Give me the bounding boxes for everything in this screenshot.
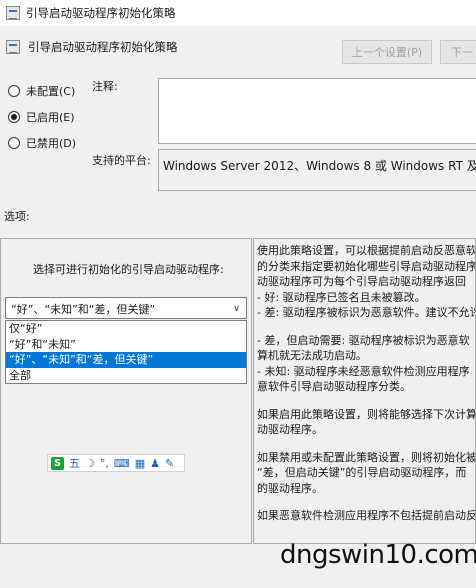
- policy-icon: [6, 40, 20, 54]
- help-pane: 使用此策略设置，可以根据提前启动反恶意软件 的分类来指定要初始化哪些引导启动驱动…: [253, 238, 476, 544]
- help-line: “差，但启动关键”的引导启动驱动程序，而: [257, 466, 467, 479]
- help-line: - 差: 驱动程序被标识为恶意软件。建议不允许: [257, 306, 476, 319]
- ime-keyboard-icon[interactable]: ⌨: [114, 457, 130, 470]
- ime-moon-icon[interactable]: ☽: [85, 457, 95, 470]
- help-line: 如果禁用或未配置此策略设置，则将初始化被: [257, 450, 476, 464]
- help-line: 的驱动程序。: [257, 481, 323, 495]
- help-line: - 好: 驱动程序已签名且未被篡改。: [257, 290, 426, 304]
- comment-label: 注释:: [92, 80, 118, 93]
- help-line: - 未知: 驱动程序未经恶意软件检测应用程序: [257, 364, 470, 378]
- radio-circle: [8, 85, 20, 97]
- options-label: 选项:: [4, 210, 30, 223]
- combo-value: “好”、“未知”和“差，但关键”: [11, 303, 156, 316]
- policy-title: 引导启动驱动程序初始化策略: [28, 40, 178, 54]
- platform-label: 支持的平台:: [92, 154, 151, 167]
- radio-circle: [8, 111, 20, 123]
- ime-toolbar: S 五 ☽ °, ⌨ ▦ ♟ ✎: [47, 454, 185, 472]
- radio-enabled[interactable]: 已启用(E): [8, 109, 75, 125]
- site-watermark: dngswin10.com: [280, 540, 476, 570]
- dropdown-option[interactable]: “好”和“未知”: [6, 337, 246, 353]
- radio-disabled[interactable]: 已禁用(D): [8, 135, 76, 151]
- ime-wubi-icon[interactable]: 五: [69, 455, 80, 471]
- dropdown-option[interactable]: 全部: [6, 368, 246, 384]
- ime-sogou-icon[interactable]: S: [51, 456, 64, 470]
- dropdown-option-selected[interactable]: “好”、“未知”和“差，但关键”: [6, 352, 246, 368]
- radio-circle: [8, 137, 20, 149]
- help-line: - 差，但启动需要: 驱动程序被标识为恶意软: [257, 333, 470, 347]
- window-title: 引导启动驱动程序初始化策略: [26, 6, 176, 20]
- radio-label: 已启用(E): [26, 111, 75, 124]
- options-prompt: 选择可进行初始化的引导启动驱动程序:: [33, 263, 224, 276]
- ime-punct-icon[interactable]: °,: [100, 457, 109, 470]
- app-icon: [6, 6, 20, 20]
- combo-dropdown-list: 仅“好” “好”和“未知” “好”、“未知”和“差，但关键” 全部: [5, 320, 247, 384]
- options-pane: 选择可进行初始化的引导启动驱动程序: “好”、“未知”和“差，但关键” ∨ 仅“…: [0, 238, 252, 544]
- help-line: 动驱动程序可为每个引导启动驱动程序返回: [257, 275, 466, 288]
- help-line: 如果启用此策略设置，则将能够选择下次计算: [257, 407, 476, 421]
- help-line: 算机就无法成功启动。: [257, 349, 367, 362]
- radio-not-configured[interactable]: 未配置(C): [8, 83, 75, 99]
- platform-box: Windows Server 2012、Windows 8 或 Windows …: [158, 149, 476, 191]
- title-bar: 引导启动驱动程序初始化策略: [0, 0, 476, 26]
- ime-tool-icon[interactable]: ✎: [165, 457, 174, 470]
- dropdown-option[interactable]: 仅“好”: [6, 321, 246, 337]
- help-line: 如果恶意软件检测应用程序不包括提前启动反: [257, 509, 476, 522]
- prev-setting-button[interactable]: 上一个设置(P): [342, 40, 432, 64]
- ime-grid-icon[interactable]: ▦: [135, 457, 145, 470]
- help-line: 动驱动程序。: [257, 423, 323, 436]
- radio-label: 未配置(C): [26, 85, 76, 98]
- chevron-down-icon[interactable]: ∨: [233, 304, 240, 314]
- comment-textbox[interactable]: [158, 78, 476, 144]
- radio-label: 已禁用(D): [26, 137, 77, 150]
- help-line: 意软件引导启动驱动程序分类。: [257, 380, 411, 393]
- driver-init-combo[interactable]: “好”、“未知”和“差，但关键” ∨: [5, 297, 247, 319]
- help-line: 的分类来指定要初始化哪些引导启动驱动程序。: [257, 259, 476, 273]
- help-line: 使用此策略设置，可以根据提前启动反恶意软件: [257, 244, 476, 257]
- next-setting-button[interactable]: 下一: [440, 40, 476, 64]
- ime-user-icon[interactable]: ♟: [150, 457, 160, 470]
